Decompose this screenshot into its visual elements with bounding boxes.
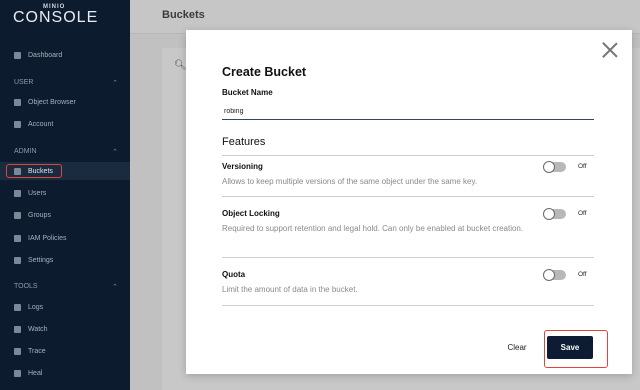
clear-button[interactable]: Clear [500, 338, 534, 356]
sidebar-item-label: Groups [28, 211, 51, 219]
users-icon [14, 189, 21, 197]
groups-icon [14, 211, 21, 219]
settings-icon [14, 256, 21, 264]
sidebar-item-label: Heal [28, 369, 43, 377]
bucket-name-input[interactable] [222, 103, 594, 120]
section-label: ADMIN [14, 148, 37, 155]
quota-description: Limit the amount of data in the bucket. [222, 285, 358, 294]
chevron-up-icon: ⌃ [112, 80, 118, 87]
object-locking-toggle[interactable] [543, 208, 566, 220]
sidebar-item-label: Dashboard [28, 51, 63, 59]
object-locking-state: Off [578, 210, 587, 217]
sidebar-item-logs[interactable]: Logs [0, 298, 130, 316]
sidebar-item-label: Object Browser [28, 98, 76, 106]
section-label: USER [14, 79, 34, 86]
sidebar-item-iam-policies[interactable]: IAM Policies [0, 229, 130, 247]
toggle-knob [543, 208, 555, 220]
logo-name: CONSOLE [13, 9, 99, 26]
sidebar-item-object-browser[interactable]: Object Browser [0, 93, 130, 111]
buckets-highlight-box [6, 164, 62, 178]
heal-icon [14, 369, 21, 377]
save-button[interactable]: Save [547, 336, 593, 359]
quota-state: Off [578, 271, 587, 278]
sidebar-item-dashboard[interactable]: Dashboard [0, 46, 130, 64]
sidebar-item-trace[interactable]: Trace [0, 342, 130, 360]
sidebar-item-watch[interactable]: Watch [0, 320, 130, 338]
divider [222, 196, 594, 197]
chevron-up-icon: ⌃ [112, 149, 118, 156]
quota-toggle[interactable] [543, 269, 566, 281]
versioning-toggle[interactable] [543, 161, 566, 173]
sidebar-item-groups[interactable]: Groups [0, 206, 130, 224]
minio-logo: MINIO CONSOLE [13, 4, 113, 26]
watch-icon [14, 325, 21, 333]
bucket-name-label: Bucket Name [222, 88, 273, 97]
section-user[interactable]: USER ⌃ [14, 79, 118, 87]
versioning-description: Allows to keep multiple versions of the … [222, 177, 478, 186]
section-label: TOOLS [14, 283, 38, 290]
sidebar-item-users[interactable]: Users [0, 184, 130, 202]
object-locking-title: Object Locking [222, 209, 280, 218]
object-browser-icon [14, 98, 21, 106]
modal-title: Create Bucket [222, 65, 307, 79]
object-locking-description: Required to support retention and legal … [222, 224, 524, 233]
versioning-title: Versioning [222, 162, 263, 171]
versioning-state: Off [578, 163, 587, 170]
close-icon[interactable] [600, 40, 620, 60]
sidebar-item-label: Logs [28, 303, 44, 311]
sidebar-item-label: Watch [28, 325, 48, 333]
divider [222, 257, 594, 258]
quota-title: Quota [222, 270, 246, 279]
sidebar-item-heal[interactable]: Heal [0, 364, 130, 382]
sidebar: MINIO CONSOLE Dashboard USER ⌃ Object Br… [0, 0, 130, 390]
account-icon [14, 120, 21, 128]
toggle-knob [543, 161, 555, 173]
sidebar-item-account[interactable]: Account [0, 115, 130, 133]
logs-icon [14, 303, 21, 311]
features-heading: Features [222, 136, 266, 148]
policy-icon [14, 234, 21, 242]
sidebar-item-label: IAM Policies [28, 234, 67, 242]
toggle-knob [543, 269, 555, 281]
sidebar-item-label: Account [28, 120, 54, 128]
sidebar-item-label: Trace [28, 347, 46, 355]
divider [222, 305, 594, 306]
section-admin[interactable]: ADMIN ⌃ [14, 148, 118, 156]
dashboard-icon [14, 51, 21, 59]
divider [222, 155, 594, 156]
sidebar-item-settings[interactable]: Settings [0, 251, 130, 269]
trace-icon [14, 347, 21, 355]
create-bucket-modal [186, 30, 632, 374]
section-tools[interactable]: TOOLS ⌃ [14, 283, 118, 291]
sidebar-item-label: Users [28, 189, 47, 197]
sidebar-item-label: Settings [28, 256, 54, 264]
chevron-up-icon: ⌃ [112, 284, 118, 291]
